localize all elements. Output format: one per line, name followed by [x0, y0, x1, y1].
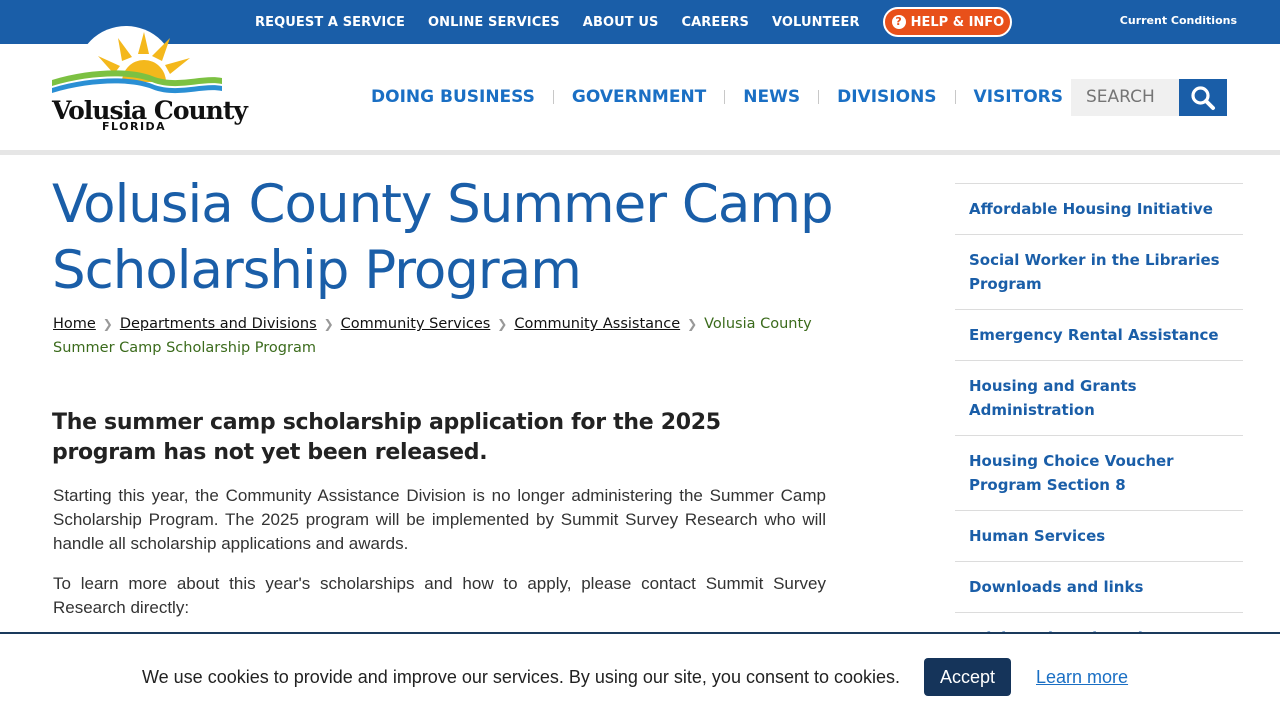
- chevron-right-icon: ❯: [323, 317, 334, 331]
- search-icon: [1191, 85, 1215, 110]
- volusia-county-logo[interactable]: Volusia County FLORIDA: [52, 24, 248, 133]
- nav-divisions[interactable]: DIVISIONS: [837, 87, 936, 107]
- main-nav: DOING BUSINESS GOVERNMENT NEWS DIVISIONS…: [371, 85, 1063, 109]
- current-conditions-link[interactable]: Current Conditions: [1120, 14, 1237, 27]
- sidebar-item-section-8[interactable]: Housing Choice Voucher Program Section 8: [955, 436, 1243, 511]
- nav-separator: [818, 90, 820, 104]
- nav-visitors[interactable]: VISITORS: [974, 87, 1063, 107]
- header-divider: [0, 150, 1280, 155]
- careers-link[interactable]: CAREERS: [681, 15, 748, 30]
- online-services-link[interactable]: ONLINE SERVICES: [428, 15, 560, 30]
- sidebar-item-affordable-housing[interactable]: Affordable Housing Initiative: [955, 184, 1243, 235]
- utility-nav: REQUEST A SERVICE ONLINE SERVICES ABOUT …: [255, 0, 1013, 44]
- request-service-link[interactable]: REQUEST A SERVICE: [255, 15, 405, 30]
- intro-paragraph: Starting this year, the Community Assist…: [53, 486, 826, 553]
- breadcrumb-departments[interactable]: Departments and Divisions: [120, 316, 317, 332]
- nav-separator: [724, 90, 726, 104]
- logo-state: FLORIDA: [102, 120, 167, 133]
- sidebar-item-downloads[interactable]: Downloads and links: [955, 562, 1243, 613]
- chevron-right-icon: ❯: [102, 317, 113, 331]
- breadcrumb-community-services[interactable]: Community Services: [341, 316, 491, 332]
- contact-paragraph: To learn more about this year's scholars…: [53, 574, 826, 617]
- nav-news[interactable]: NEWS: [743, 87, 800, 107]
- about-us-link[interactable]: ABOUT US: [583, 15, 659, 30]
- chevron-right-icon: ❯: [497, 317, 508, 331]
- sun-wave-logo-icon: [52, 26, 222, 104]
- nav-separator: [954, 90, 956, 104]
- search-button[interactable]: [1179, 79, 1227, 116]
- breadcrumb-community-assistance[interactable]: Community Assistance: [514, 316, 680, 332]
- search-input[interactable]: [1071, 79, 1179, 116]
- accept-cookies-button[interactable]: Accept: [924, 658, 1011, 696]
- help-info-button[interactable]: ? HELP & INFO: [882, 7, 1013, 37]
- learn-more-link[interactable]: Learn more: [1036, 667, 1128, 688]
- cookie-message: We use cookies to provide and improve ou…: [142, 667, 901, 687]
- application-notice-heading: The summer camp scholarship application …: [52, 410, 721, 465]
- breadcrumb: Home ❯ Departments and Divisions ❯ Community…: [53, 312, 833, 360]
- section-sidebar: Affordable Housing Initiative Social Wor…: [955, 183, 1243, 688]
- sidebar-item-social-worker[interactable]: Social Worker in the Libraries Program: [955, 235, 1243, 310]
- sidebar-item-human-services[interactable]: Human Services: [955, 511, 1243, 562]
- nav-doing-business[interactable]: DOING BUSINESS: [371, 87, 535, 107]
- page-title: Volusia County Summer Camp Scholarship P…: [52, 174, 834, 301]
- chevron-right-icon: ❯: [687, 317, 698, 331]
- sidebar-item-housing-grants[interactable]: Housing and Grants Administration: [955, 361, 1243, 436]
- nav-separator: [552, 90, 554, 104]
- cookie-consent-bar: We use cookies to provide and improve ou…: [0, 632, 1280, 720]
- help-info-label: HELP & INFO: [910, 14, 1005, 30]
- nav-government[interactable]: GOVERNMENT: [572, 87, 706, 107]
- question-icon: ?: [891, 15, 906, 29]
- breadcrumb-home[interactable]: Home: [53, 316, 96, 332]
- volunteer-link[interactable]: VOLUNTEER: [772, 15, 860, 30]
- sidebar-item-emergency-rental[interactable]: Emergency Rental Assistance: [955, 310, 1243, 361]
